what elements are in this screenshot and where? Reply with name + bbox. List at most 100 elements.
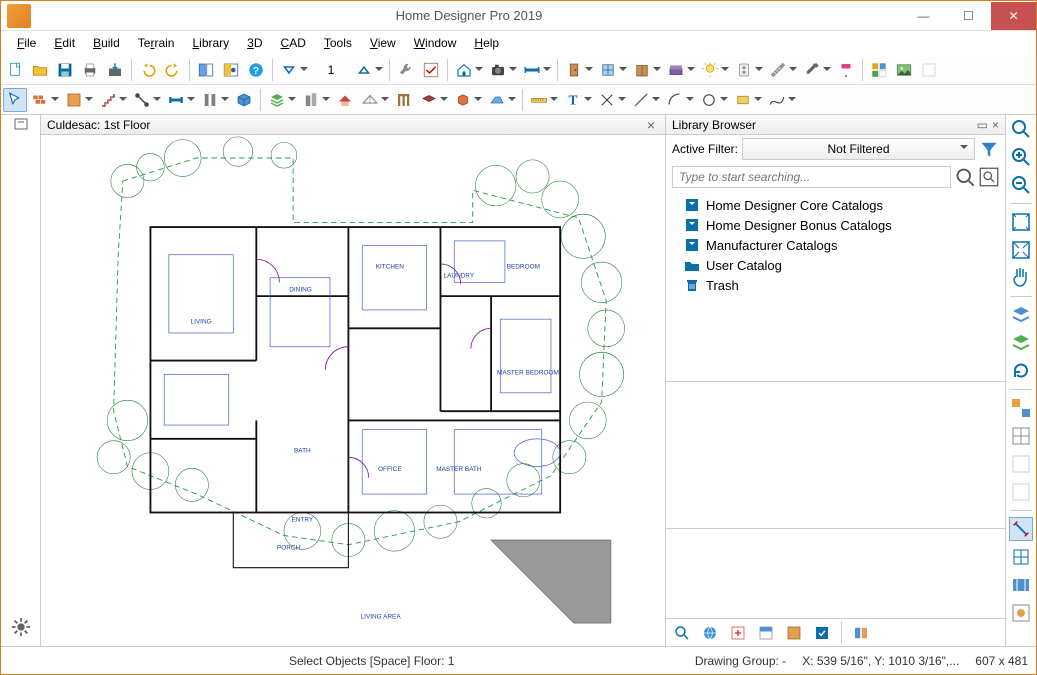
menu-cad[interactable]: CAD — [273, 34, 314, 52]
save-button[interactable] — [53, 58, 77, 82]
dimension-style-tool[interactable] — [1009, 517, 1033, 541]
beam-tool[interactable] — [164, 88, 188, 112]
palette-button[interactable] — [867, 58, 891, 82]
canvas-tab-close[interactable]: × — [643, 117, 659, 133]
circle-tool[interactable] — [697, 88, 721, 112]
ruler-tool[interactable] — [527, 88, 551, 112]
menu-3d[interactable]: 3D — [239, 34, 270, 52]
minimize-button[interactable]: — — [901, 2, 946, 30]
room-tool[interactable] — [62, 88, 86, 112]
filter-funnel-icon[interactable] — [979, 139, 999, 159]
menu-help[interactable]: Help — [466, 34, 507, 52]
blank-button1[interactable] — [917, 58, 941, 82]
camera-button[interactable] — [486, 58, 510, 82]
open-file-button[interactable] — [28, 58, 52, 82]
layers-dropdown[interactable] — [265, 88, 289, 112]
light-tool[interactable] — [698, 58, 722, 82]
fill-window-tool[interactable] — [1009, 238, 1033, 262]
wall-tool[interactable] — [28, 88, 52, 112]
roof-tool[interactable] — [333, 88, 357, 112]
menu-window[interactable]: Window — [406, 34, 465, 52]
search-icon[interactable] — [955, 167, 975, 187]
column-tool[interactable] — [198, 88, 222, 112]
fit-window-tool[interactable] — [1009, 210, 1033, 234]
lib-globe-button[interactable] — [698, 621, 722, 645]
search-in-icon[interactable] — [979, 167, 999, 187]
layers-panel-toggle[interactable] — [219, 58, 243, 82]
blank-view-tool2[interactable] — [1009, 480, 1033, 504]
text-tool[interactable]: T — [561, 88, 585, 112]
window-tool[interactable] — [596, 58, 620, 82]
menu-terrain[interactable]: Terrain — [130, 34, 183, 52]
stairs-tool[interactable] — [96, 88, 120, 112]
building-tool[interactable] — [299, 88, 323, 112]
tree-item-user[interactable]: User Catalog — [672, 255, 999, 275]
help-button[interactable]: ? — [244, 58, 268, 82]
undo-button[interactable] — [136, 58, 160, 82]
floorplan-canvas[interactable]: LIVING DINING KITCHEN LAUNDRY BEDROOM OF… — [41, 135, 665, 646]
check-button[interactable] — [419, 58, 443, 82]
spline-tool[interactable] — [765, 88, 789, 112]
detail-tool[interactable] — [1009, 601, 1033, 625]
down-floor-button[interactable] — [277, 58, 301, 82]
blank-view-tool[interactable] — [1009, 452, 1033, 476]
up-floor-button[interactable] — [352, 58, 376, 82]
3d-shape-tool[interactable] — [451, 88, 475, 112]
menu-tools[interactable]: Tools — [316, 34, 360, 52]
layer-view2-tool[interactable] — [1009, 331, 1033, 355]
lib-add-button[interactable] — [726, 621, 750, 645]
intersect-tool[interactable] — [595, 88, 619, 112]
plane-tool[interactable] — [485, 88, 509, 112]
tree-item-manufacturer[interactable]: Manufacturer Catalogs — [672, 235, 999, 255]
floor-spinner[interactable]: 1 — [311, 63, 351, 77]
dimension-button[interactable] — [520, 58, 544, 82]
zoom-tool[interactable] — [1009, 117, 1033, 141]
pin-icon[interactable] — [13, 117, 29, 133]
select-tool[interactable] — [3, 88, 27, 112]
connect-tool[interactable] — [130, 88, 154, 112]
line-tool[interactable] — [629, 88, 653, 112]
wrench-button[interactable] — [394, 58, 418, 82]
rect-tool[interactable] — [731, 88, 755, 112]
outlet-tool[interactable] — [732, 58, 756, 82]
lib-view-button[interactable] — [849, 621, 873, 645]
export-button[interactable] — [103, 58, 127, 82]
gable-tool[interactable] — [358, 88, 382, 112]
new-file-button[interactable] — [3, 58, 27, 82]
menu-edit[interactable]: Edit — [46, 34, 83, 52]
menu-file[interactable]: File — [9, 34, 44, 52]
furniture-tool[interactable] — [664, 58, 688, 82]
box-tool[interactable] — [232, 88, 256, 112]
picture-button[interactable] — [892, 58, 916, 82]
library-tree[interactable]: Home Designer Core Catalogs Home Designe… — [666, 191, 1005, 381]
refresh-tool[interactable] — [1009, 359, 1033, 383]
home-view-button[interactable] — [452, 58, 476, 82]
arc-tool[interactable] — [663, 88, 687, 112]
close-button[interactable]: ✕ — [991, 2, 1036, 30]
side-panel-toggle[interactable] — [194, 58, 218, 82]
maximize-button[interactable]: ☐ — [946, 2, 991, 30]
framing-tool[interactable] — [392, 88, 416, 112]
tree-item-core[interactable]: Home Designer Core Catalogs — [672, 195, 999, 215]
settings-gear-icon[interactable] — [10, 616, 32, 638]
paint-tool[interactable] — [834, 58, 858, 82]
lib-search-button[interactable] — [670, 621, 694, 645]
cabinet-tool[interactable] — [630, 58, 654, 82]
menu-library[interactable]: Library — [184, 34, 237, 52]
menu-view[interactable]: View — [362, 34, 404, 52]
library-search-input[interactable] — [672, 166, 951, 188]
layer-view-tool[interactable] — [1009, 303, 1033, 327]
print-button[interactable] — [78, 58, 102, 82]
elevation-tool[interactable] — [1009, 545, 1033, 569]
lib-check-button[interactable] — [810, 621, 834, 645]
cross-section-tool[interactable] — [1009, 573, 1033, 597]
zoom-in-tool[interactable] — [1009, 145, 1033, 169]
tree-item-trash[interactable]: Trash — [672, 275, 999, 295]
menu-build[interactable]: Build — [85, 34, 128, 52]
pan-tool[interactable] — [1009, 266, 1033, 290]
eyedropper-tool[interactable] — [800, 58, 824, 82]
library-close-icon[interactable]: × — [992, 118, 999, 132]
zoom-out-tool[interactable] — [1009, 173, 1033, 197]
library-dock-icon[interactable]: ▭ — [977, 118, 988, 132]
lib-aux-button[interactable] — [782, 621, 806, 645]
